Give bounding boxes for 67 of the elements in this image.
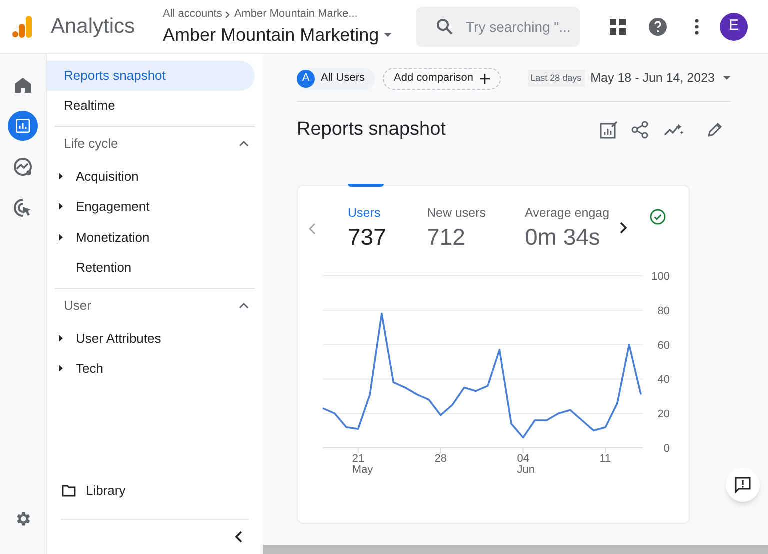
nav-item[interactable]: User Attributes bbox=[76, 328, 162, 348]
previous-icon[interactable] bbox=[309, 222, 316, 234]
nav-item[interactable]: Acquisition bbox=[76, 166, 139, 186]
search-field[interactable]: Try searching "... bbox=[416, 6, 580, 46]
nav-item[interactable]: Tech bbox=[76, 359, 104, 378]
edit-icon[interactable] bbox=[707, 122, 723, 138]
chevron-right-icon bbox=[224, 10, 232, 18]
y-axis-label: 60 bbox=[658, 339, 670, 352]
next-icon[interactable] bbox=[620, 222, 627, 234]
nav-item[interactable]: Realtime bbox=[47, 91, 255, 121]
help-icon[interactable] bbox=[648, 16, 668, 36]
trend-circle-icon bbox=[13, 157, 33, 177]
metric-tab[interactable]: Average engag 0m 34s bbox=[525, 204, 633, 252]
x-axis-label: 04 Jun bbox=[517, 452, 535, 476]
user-avatar[interactable]: E bbox=[720, 12, 748, 40]
expand-arrow-icon[interactable] bbox=[59, 365, 63, 372]
date-range-selector[interactable]: Last 28 days May 18 - Jun 14, 2023 bbox=[528, 69, 731, 88]
y-axis-label: 80 bbox=[658, 304, 670, 317]
y-axis-label: 20 bbox=[658, 408, 670, 420]
add-comparison-button[interactable]: Add comparison bbox=[383, 68, 501, 90]
property-selector[interactable]: Amber Mountain Marketing bbox=[163, 22, 394, 47]
horizontal-scrollbar[interactable] bbox=[263, 545, 768, 554]
nav-item[interactable]: Reports snapshot bbox=[47, 61, 255, 91]
metric-tab[interactable]: New users 712 bbox=[427, 204, 525, 252]
customize-report-icon[interactable] bbox=[600, 121, 618, 140]
rail-nav-button[interactable] bbox=[8, 111, 38, 141]
y-axis-label: 0 bbox=[664, 442, 670, 454]
nav-item[interactable]: Monetization bbox=[76, 228, 150, 247]
check-circle-icon bbox=[650, 208, 666, 224]
y-axis-label: 100 bbox=[652, 270, 670, 282]
expand-arrow-icon[interactable] bbox=[59, 234, 63, 241]
more-icon[interactable] bbox=[695, 18, 699, 34]
home-icon bbox=[14, 76, 32, 94]
dropdown-icon bbox=[383, 32, 394, 38]
metric-tab[interactable]: Users 737 bbox=[348, 204, 427, 252]
share-icon[interactable] bbox=[631, 121, 649, 140]
dropdown-icon bbox=[723, 76, 731, 81]
feedback-button[interactable] bbox=[726, 468, 760, 502]
plus-icon bbox=[480, 74, 490, 84]
section-header[interactable]: Life cycle bbox=[47, 127, 263, 161]
expand-arrow-icon[interactable] bbox=[59, 203, 63, 210]
nav-item[interactable]: Engagement bbox=[76, 197, 150, 216]
collapse-icon[interactable] bbox=[235, 531, 243, 543]
feedback-icon bbox=[734, 476, 752, 494]
x-axis-label: 21 May bbox=[352, 452, 374, 476]
selected-tab-indicator bbox=[348, 184, 384, 186]
apps-grid-icon[interactable] bbox=[609, 18, 627, 36]
nav-item[interactable]: Retention bbox=[76, 258, 132, 278]
bar-chart-icon bbox=[16, 119, 30, 133]
section-header[interactable]: User bbox=[47, 289, 263, 323]
insights-icon[interactable] bbox=[664, 122, 684, 138]
search-icon bbox=[436, 18, 454, 36]
segment-chip[interactable]: A All Users bbox=[297, 68, 376, 90]
page-title: Reports snapshot bbox=[297, 118, 446, 142]
library-item[interactable]: Library bbox=[47, 477, 263, 505]
expand-arrow-icon[interactable] bbox=[59, 172, 63, 180]
folder-icon bbox=[62, 485, 76, 497]
breadcrumb-account[interactable]: Amber Mountain Marke... bbox=[234, 6, 358, 23]
target-cursor-icon bbox=[13, 198, 33, 218]
product-name: Analytics bbox=[51, 14, 136, 40]
segment-badge: A bbox=[297, 70, 315, 88]
x-axis-label: 11 bbox=[600, 452, 612, 464]
expand-arrow-icon[interactable] bbox=[59, 334, 63, 342]
x-axis-label: 28 bbox=[434, 452, 448, 464]
breadcrumb-link[interactable]: All accounts bbox=[163, 6, 222, 23]
analytics-logo bbox=[12, 14, 34, 38]
y-axis-label: 40 bbox=[658, 374, 670, 386]
